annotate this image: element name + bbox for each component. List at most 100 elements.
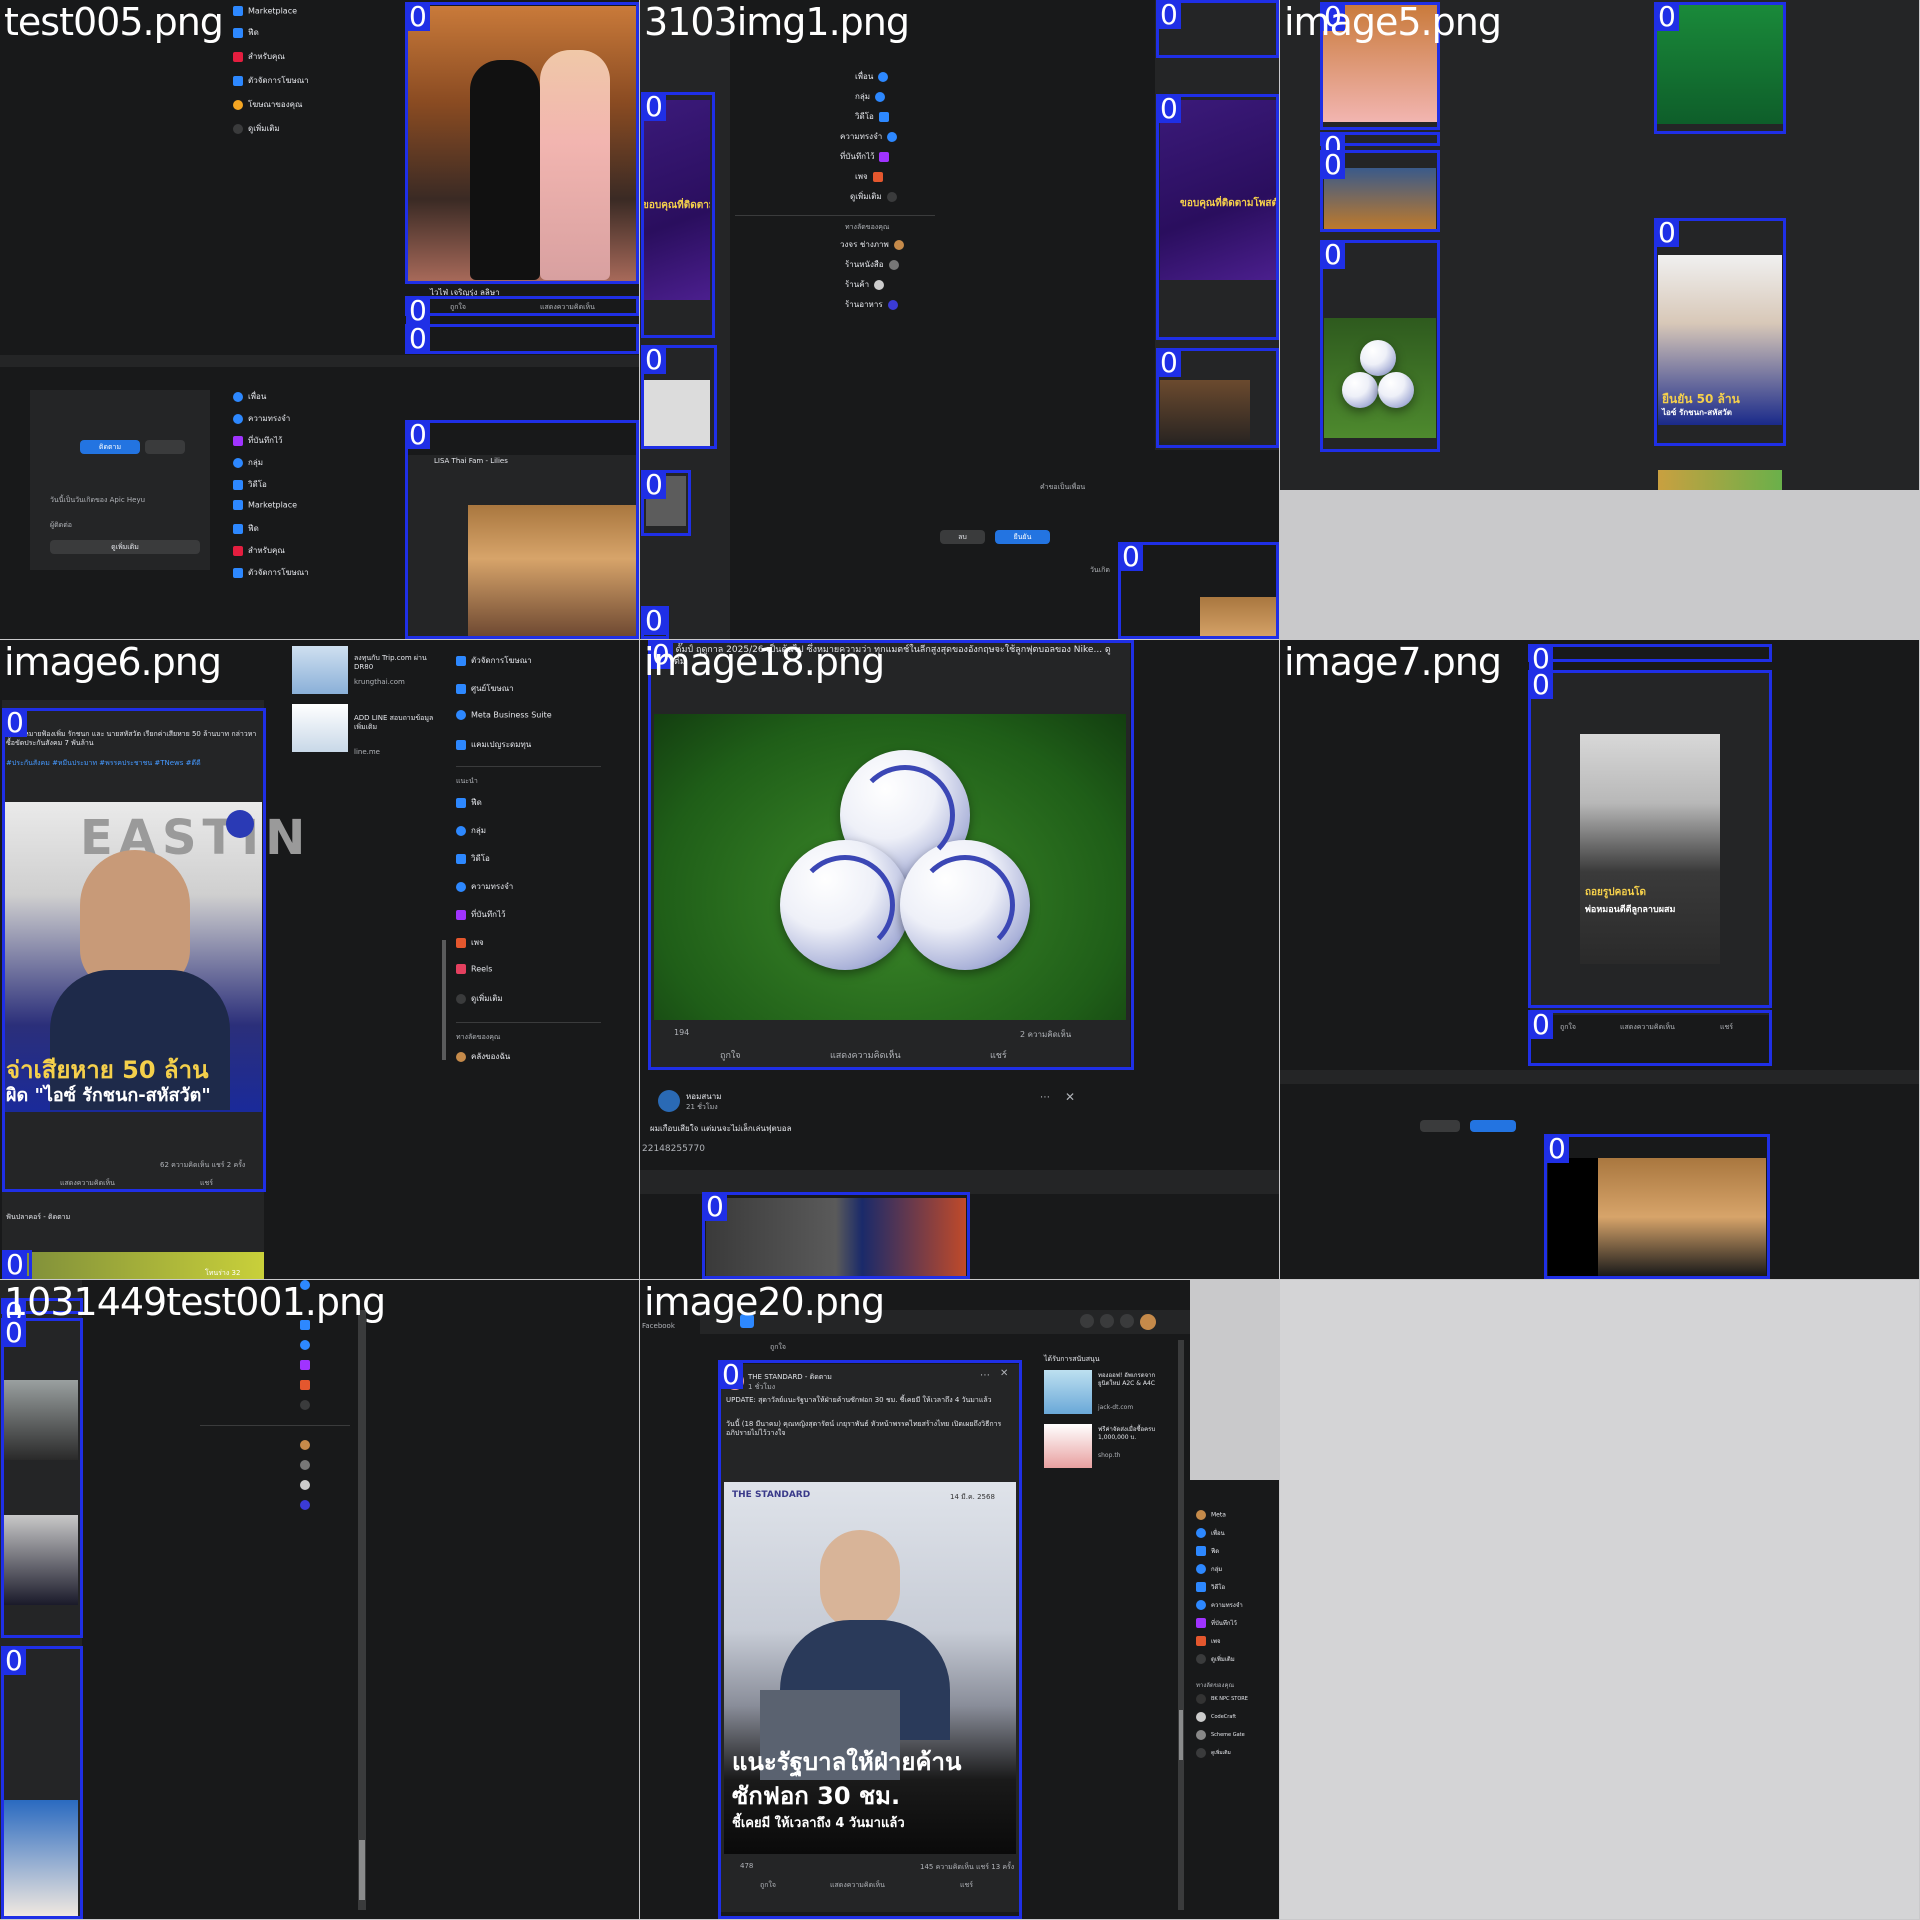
shortcut-item[interactable] — [300, 1480, 315, 1498]
detection-box: 0 — [641, 345, 717, 449]
shortcut-item[interactable]: ร้านหนังสือ — [845, 258, 904, 276]
sponsor-thumb-2[interactable] — [292, 704, 348, 752]
nav-item-marketplace[interactable]: Marketplace — [233, 6, 297, 24]
detection-box: 0 — [1320, 150, 1440, 232]
nav-item-groups[interactable]: กลุ่ม — [855, 90, 890, 108]
nav-item-for-you[interactable]: สำหรับคุณ — [233, 50, 285, 68]
top-like-tab[interactable]: ถูกใจ — [770, 1342, 786, 1353]
nav-item-for-you-2[interactable]: สำหรับคุณ — [233, 544, 285, 562]
menu-item[interactable]: Reels — [456, 964, 492, 982]
shortcut-item[interactable]: คลังของฉัน — [456, 1050, 510, 1068]
shortcut-item[interactable] — [300, 1440, 315, 1458]
nav-item-memories[interactable]: ความทรงจำ — [233, 412, 290, 430]
menu-item[interactable]: ตัวจัดการโฆษณา — [456, 654, 532, 672]
sponsor-thumb-1[interactable] — [292, 646, 348, 694]
scrollbar[interactable] — [1178, 1340, 1184, 1910]
section-divider — [1280, 1070, 1919, 1084]
shortcut-item[interactable]: ร้านอาหาร — [845, 298, 903, 316]
menu-item[interactable]: เพจ — [456, 936, 484, 954]
contacts-panel: ผู้ติดต่อ ติดตาม วันนี้เป็นวันเกิดของ Ap… — [30, 390, 210, 570]
nav-item-pages[interactable]: เพจ — [855, 170, 888, 188]
shortcut-avatar-icon — [1196, 1712, 1206, 1722]
scrollbar-thumb[interactable] — [1179, 1710, 1183, 1760]
avatar[interactable] — [1140, 1314, 1156, 1330]
nav-item-marketplace-2[interactable]: Marketplace — [233, 500, 297, 518]
see-more-button[interactable]: ดูเพิ่มเติม — [50, 540, 200, 554]
delete-button[interactable] — [1420, 1120, 1460, 1132]
detection-box: 0 — [1654, 218, 1786, 446]
nav-item-see-more[interactable]: ดูเพิ่มเติม — [850, 190, 902, 208]
confirm-button[interactable] — [1470, 1120, 1516, 1132]
shortcut-item[interactable]: Scheme Gate — [1196, 1730, 1245, 1748]
delete-button[interactable] — [145, 440, 185, 454]
bottom-strip-image[interactable] — [1658, 470, 1782, 490]
nav-item[interactable]: Meta — [1196, 1510, 1226, 1528]
menu-grid-icon[interactable] — [1080, 1314, 1094, 1328]
ad-thumb-2[interactable] — [1044, 1424, 1092, 1468]
scrollbar-thumb[interactable] — [359, 1840, 365, 1900]
chart-icon — [456, 655, 466, 666]
shortcut-item[interactable] — [300, 1500, 315, 1518]
menu-item[interactable]: ศูนย์โฆษณา — [456, 682, 514, 700]
nav-item[interactable]: ฟีด — [1196, 1546, 1219, 1564]
nav-item-video[interactable]: วิดีโอ — [855, 110, 894, 128]
nav-item-feed[interactable]: ฟีด — [233, 26, 259, 44]
shortcut-item[interactable] — [300, 1460, 315, 1478]
ad-1-title[interactable]: ทองออฟ! อัพเกรดจาก ยูนิตใหม่ A2C & A4C — [1098, 1372, 1168, 1388]
scrollbar[interactable] — [442, 940, 446, 1060]
messenger-icon[interactable] — [1100, 1314, 1114, 1328]
detection-box: 0 — [405, 296, 639, 325]
detection-box: 0 — [641, 470, 691, 536]
nav-item-saved[interactable]: ที่บันทึกไว้ — [840, 150, 894, 168]
menu-item[interactable]: กลุ่ม — [456, 824, 486, 842]
nav-item[interactable] — [300, 1380, 315, 1398]
nav-item[interactable]: ความทรงจำ — [1196, 1600, 1243, 1618]
shortcut-item[interactable]: ดูเพิ่มเติม — [1196, 1748, 1231, 1766]
nav-item[interactable]: เพื่อน — [1196, 1528, 1225, 1546]
ad-thumb-1[interactable] — [1044, 1370, 1092, 1414]
follow-button[interactable]: ติดตาม — [80, 440, 140, 454]
menu-item[interactable]: ความทรงจำ — [456, 880, 513, 898]
nav-item-groups[interactable]: กลุ่ม — [233, 456, 263, 474]
close-icon[interactable]: ✕ — [1065, 1090, 1075, 1104]
menu-item[interactable]: แคมเปญระดมทุน — [456, 738, 531, 756]
more-icon[interactable]: ⋯ — [1040, 1092, 1050, 1103]
nav-item-video[interactable]: วิดีโอ — [233, 478, 267, 496]
nav-item[interactable]: กลุ่ม — [1196, 1564, 1222, 1582]
nav-item-friends[interactable]: เพื่อน — [233, 390, 266, 408]
shortcut-item[interactable]: CodeCraft — [1196, 1712, 1236, 1730]
menu-item[interactable]: วิดีโอ — [456, 852, 490, 870]
sponsor-1-title[interactable]: ลงทุนกับ Trip.com ผ่าน DR80 — [354, 654, 439, 672]
confirm-button[interactable]: ยืนยัน — [995, 530, 1050, 544]
notification-icon[interactable] — [1120, 1314, 1134, 1328]
menu-item[interactable]: ที่บันทึกไว้ — [456, 908, 505, 926]
nav-item[interactable] — [300, 1360, 315, 1378]
nav-item-your-ads[interactable]: โฆษณาของคุณ — [233, 98, 302, 116]
nav-item-see-more[interactable]: ดูเพิ่มเติม — [233, 122, 280, 140]
nav-item[interactable]: วิดีโอ — [1196, 1582, 1225, 1600]
sponsor-2-title[interactable]: ADD LINE สอบถามข้อมูลเพิ่มเติม — [354, 714, 439, 732]
nav-item[interactable] — [300, 1340, 315, 1358]
detection-box: 0 — [1156, 0, 1279, 58]
nav-item[interactable]: ดูเพิ่มเติม — [1196, 1654, 1235, 1672]
delete-button[interactable]: ลบ — [940, 530, 985, 544]
nav-item-friends[interactable]: เพื่อน — [855, 70, 893, 88]
scrollbar[interactable] — [358, 1310, 366, 1910]
nav-item[interactable] — [300, 1400, 315, 1418]
nav-item-feed-2[interactable]: ฟีด — [233, 522, 259, 540]
nav-item-memories[interactable]: ความทรงจำ — [840, 130, 902, 148]
nav-item-ads-manager[interactable]: ตัวจัดการโฆษณา — [233, 74, 309, 92]
tile-image20: image20.png Facebook ถูกใจ THE STANDARD … — [640, 1280, 1279, 1919]
ads-icon — [233, 99, 243, 110]
menu-item[interactable]: ดูเพิ่มเติม — [456, 992, 503, 1010]
shortcut-item[interactable]: ร้านค้า — [845, 278, 889, 296]
shortcut-item[interactable]: วงจร ช่างภาพ — [840, 238, 909, 256]
menu-item[interactable]: ฟีด — [456, 796, 482, 814]
nav-item-saved[interactable]: ที่บันทึกไว้ — [233, 434, 282, 452]
menu-item[interactable]: Meta Business Suite — [456, 710, 552, 728]
ad-2-title[interactable]: ฟรีค่าจัดส่งเมื่อซื้อครบ 1,000,000 บ. — [1098, 1426, 1168, 1442]
nav-item-ads-manager-2[interactable]: ตัวจัดการโฆษณา — [233, 566, 309, 584]
nav-item[interactable]: ที่บันทึกไว้ — [1196, 1618, 1237, 1636]
shortcut-item[interactable]: BK NPC STORE — [1196, 1694, 1248, 1712]
nav-item[interactable]: เพจ — [1196, 1636, 1221, 1654]
